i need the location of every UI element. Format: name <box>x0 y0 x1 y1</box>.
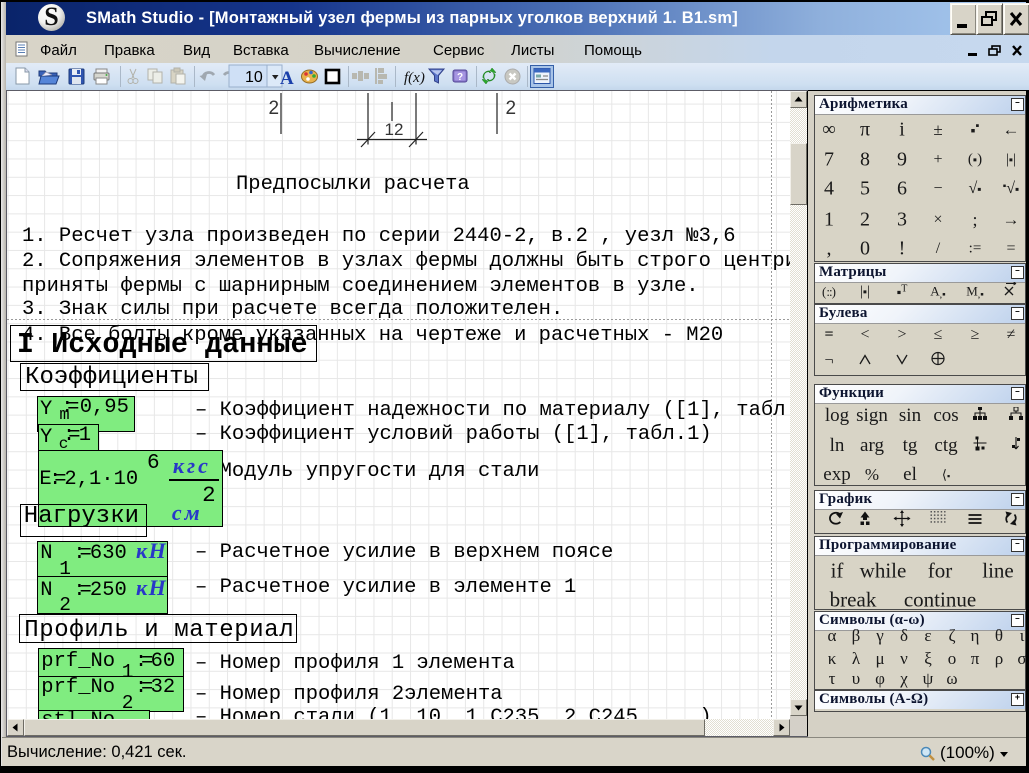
svg-text:f(x): f(x) <box>404 70 425 86</box>
svg-text:2: 2 <box>506 98 517 119</box>
svg-text:A: A <box>280 68 294 89</box>
svg-text:2: 2 <box>269 98 280 119</box>
svg-text:10: 10 <box>245 69 263 86</box>
svg-text:?: ? <box>457 72 463 83</box>
svg-text:12: 12 <box>385 120 404 139</box>
